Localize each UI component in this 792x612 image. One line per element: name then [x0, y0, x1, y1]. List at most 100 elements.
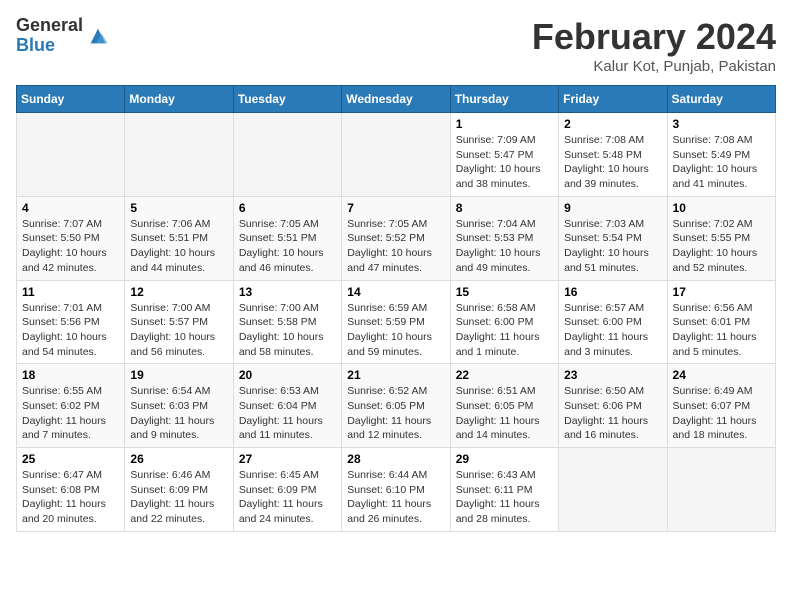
logo-text: General Blue — [16, 16, 83, 56]
day-info: Sunrise: 7:05 AM Sunset: 5:51 PM Dayligh… — [239, 217, 336, 276]
day-number: 9 — [564, 201, 661, 215]
calendar-cell: 22Sunrise: 6:51 AM Sunset: 6:05 PM Dayli… — [450, 364, 558, 448]
day-info: Sunrise: 6:57 AM Sunset: 6:00 PM Dayligh… — [564, 301, 661, 360]
day-number: 16 — [564, 285, 661, 299]
day-header-thursday: Thursday — [450, 86, 558, 113]
calendar-week-row: 18 Sunrise: 6:55 AM Sunset: 6:02 PM Dayli… — [17, 364, 776, 448]
calendar-cell: 27Sunrise: 6:45 AM Sunset: 6:09 PM Dayli… — [233, 448, 341, 532]
day-info: Sunrise: 7:07 AM Sunset: 5:50 PM Dayligh… — [22, 217, 119, 276]
calendar-cell — [559, 448, 667, 532]
day-info: Sunrise: 6:59 AM Sunset: 5:59 PM Dayligh… — [347, 301, 444, 360]
day-number: 29 — [456, 452, 553, 466]
calendar-cell — [233, 113, 341, 197]
day-info: Sunrise: 6:56 AM Sunset: 6:01 PM Dayligh… — [673, 301, 770, 360]
calendar-cell: 18 Sunrise: 6:55 AM Sunset: 6:02 PM Dayli… — [17, 364, 125, 448]
calendar-week-row: 11 Sunrise: 7:01 AM Sunset: 5:56 PM Dayli… — [17, 280, 776, 364]
calendar-cell: 10 Sunrise: 7:02 AM Sunset: 5:55 PM Dayli… — [667, 196, 775, 280]
logo-icon — [87, 25, 109, 47]
day-info: Sunrise: 7:04 AM Sunset: 5:53 PM Dayligh… — [456, 217, 553, 276]
calendar-cell: 1Sunrise: 7:09 AM Sunset: 5:47 PM Daylig… — [450, 113, 558, 197]
calendar-cell: 12 Sunrise: 7:00 AM Sunset: 5:57 PM Dayli… — [125, 280, 233, 364]
calendar-cell: 2 Sunrise: 7:08 AM Sunset: 5:48 PM Daylig… — [559, 113, 667, 197]
day-info: Sunrise: 7:01 AM Sunset: 5:56 PM Dayligh… — [22, 301, 119, 360]
day-number: 8 — [456, 201, 553, 215]
calendar-cell — [667, 448, 775, 532]
calendar-cell: 7 Sunrise: 7:05 AM Sunset: 5:52 PM Daylig… — [342, 196, 450, 280]
day-number: 3 — [673, 117, 770, 131]
day-info: Sunrise: 7:02 AM Sunset: 5:55 PM Dayligh… — [673, 217, 770, 276]
day-number: 14 — [347, 285, 444, 299]
calendar-cell: 11 Sunrise: 7:01 AM Sunset: 5:56 PM Dayli… — [17, 280, 125, 364]
day-number: 17 — [673, 285, 770, 299]
calendar-cell: 20 Sunrise: 6:53 AM Sunset: 6:04 PM Dayli… — [233, 364, 341, 448]
day-number: 11 — [22, 285, 119, 299]
calendar-cell — [342, 113, 450, 197]
day-info: Sunrise: 6:43 AM Sunset: 6:11 PM Dayligh… — [456, 468, 553, 527]
calendar-cell: 21Sunrise: 6:52 AM Sunset: 6:05 PM Dayli… — [342, 364, 450, 448]
day-number: 15 — [456, 285, 553, 299]
day-number: 5 — [130, 201, 227, 215]
page-header: General Blue February 2024 Kalur Kot, Pu… — [16, 16, 776, 75]
day-number: 20 — [239, 368, 336, 382]
day-number: 10 — [673, 201, 770, 215]
day-info: Sunrise: 7:05 AM Sunset: 5:52 PM Dayligh… — [347, 217, 444, 276]
day-number: 22 — [456, 368, 553, 382]
calendar-cell: 17 Sunrise: 6:56 AM Sunset: 6:01 PM Dayli… — [667, 280, 775, 364]
calendar-cell — [125, 113, 233, 197]
calendar-cell: 13 Sunrise: 7:00 AM Sunset: 5:58 PM Dayli… — [233, 280, 341, 364]
day-number: 6 — [239, 201, 336, 215]
calendar-cell: 25 Sunrise: 6:47 AM Sunset: 6:08 PM Dayli… — [17, 448, 125, 532]
logo-blue: Blue — [16, 36, 83, 56]
calendar-cell: 14 Sunrise: 6:59 AM Sunset: 5:59 PM Dayli… — [342, 280, 450, 364]
calendar-cell: 6 Sunrise: 7:05 AM Sunset: 5:51 PM Daylig… — [233, 196, 341, 280]
day-info: Sunrise: 7:08 AM Sunset: 5:49 PM Dayligh… — [673, 133, 770, 192]
calendar-cell: 29 Sunrise: 6:43 AM Sunset: 6:11 PM Dayli… — [450, 448, 558, 532]
day-info: Sunrise: 6:52 AM Sunset: 6:05 PM Dayligh… — [347, 384, 444, 443]
day-number: 12 — [130, 285, 227, 299]
logo: General Blue — [16, 16, 109, 56]
day-info: Sunrise: 6:54 AM Sunset: 6:03 PM Dayligh… — [130, 384, 227, 443]
day-info: Sunrise: 6:45 AM Sunset: 6:09 PM Dayligh… — [239, 468, 336, 527]
calendar-table: SundayMondayTuesdayWednesdayThursdayFrid… — [16, 85, 776, 532]
day-header-friday: Friday — [559, 86, 667, 113]
day-info: Sunrise: 6:46 AM Sunset: 6:09 PM Dayligh… — [130, 468, 227, 527]
day-number: 24 — [673, 368, 770, 382]
calendar-cell: 5Sunrise: 7:06 AM Sunset: 5:51 PM Daylig… — [125, 196, 233, 280]
calendar-cell: 24Sunrise: 6:49 AM Sunset: 6:07 PM Dayli… — [667, 364, 775, 448]
day-header-wednesday: Wednesday — [342, 86, 450, 113]
calendar-cell: 4 Sunrise: 7:07 AM Sunset: 5:50 PM Daylig… — [17, 196, 125, 280]
day-number: 28 — [347, 452, 444, 466]
title-block: February 2024 Kalur Kot, Punjab, Pakista… — [532, 16, 776, 75]
calendar-cell: 26 Sunrise: 6:46 AM Sunset: 6:09 PM Dayli… — [125, 448, 233, 532]
day-number: 26 — [130, 452, 227, 466]
day-number: 23 — [564, 368, 661, 382]
day-info: Sunrise: 7:09 AM Sunset: 5:47 PM Dayligh… — [456, 133, 553, 192]
day-header-tuesday: Tuesday — [233, 86, 341, 113]
calendar-header-row: SundayMondayTuesdayWednesdayThursdayFrid… — [17, 86, 776, 113]
calendar-cell: 19 Sunrise: 6:54 AM Sunset: 6:03 PM Dayli… — [125, 364, 233, 448]
calendar-cell: 15Sunrise: 6:58 AM Sunset: 6:00 PM Dayli… — [450, 280, 558, 364]
calendar-week-row: 25 Sunrise: 6:47 AM Sunset: 6:08 PM Dayli… — [17, 448, 776, 532]
day-header-monday: Monday — [125, 86, 233, 113]
day-info: Sunrise: 7:08 AM Sunset: 5:48 PM Dayligh… — [564, 133, 661, 192]
day-number: 18 — [22, 368, 119, 382]
day-header-saturday: Saturday — [667, 86, 775, 113]
calendar-cell: 9Sunrise: 7:03 AM Sunset: 5:54 PM Daylig… — [559, 196, 667, 280]
day-info: Sunrise: 6:53 AM Sunset: 6:04 PM Dayligh… — [239, 384, 336, 443]
day-number: 2 — [564, 117, 661, 131]
day-number: 4 — [22, 201, 119, 215]
day-info: Sunrise: 6:47 AM Sunset: 6:08 PM Dayligh… — [22, 468, 119, 527]
day-info: Sunrise: 7:00 AM Sunset: 5:58 PM Dayligh… — [239, 301, 336, 360]
day-number: 13 — [239, 285, 336, 299]
day-number: 19 — [130, 368, 227, 382]
day-number: 7 — [347, 201, 444, 215]
day-number: 25 — [22, 452, 119, 466]
calendar-cell: 16 Sunrise: 6:57 AM Sunset: 6:00 PM Dayli… — [559, 280, 667, 364]
logo-general: General — [16, 16, 83, 36]
calendar-week-row: 1Sunrise: 7:09 AM Sunset: 5:47 PM Daylig… — [17, 113, 776, 197]
calendar-cell: 23Sunrise: 6:50 AM Sunset: 6:06 PM Dayli… — [559, 364, 667, 448]
day-info: Sunrise: 7:00 AM Sunset: 5:57 PM Dayligh… — [130, 301, 227, 360]
day-header-sunday: Sunday — [17, 86, 125, 113]
day-info: Sunrise: 6:55 AM Sunset: 6:02 PM Dayligh… — [22, 384, 119, 443]
calendar-cell — [17, 113, 125, 197]
